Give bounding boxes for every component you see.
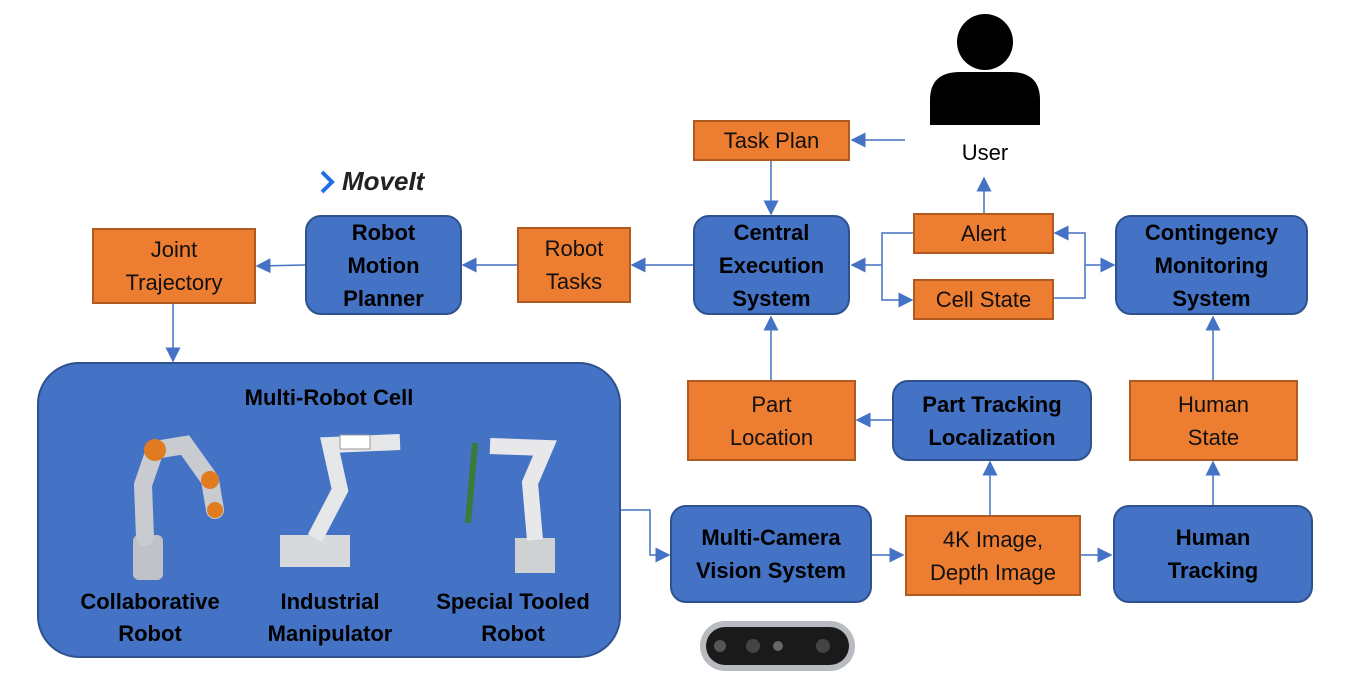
moveit-logo-text: MoveIt bbox=[342, 166, 425, 196]
robot-tasks-node: Robot Tasks bbox=[517, 227, 631, 303]
cell-state-node: Cell State bbox=[913, 279, 1054, 320]
cell-title: Multi-Robot Cell bbox=[244, 385, 414, 410]
robot-motion-planner-node: Robot Motion Planner bbox=[305, 215, 462, 315]
robot-label-special-tooled: Special Tooled Robot bbox=[436, 589, 590, 646]
part-location-node: Part Location bbox=[687, 380, 856, 461]
task-plan-node: Task Plan bbox=[693, 120, 850, 161]
robot-label-industrial: Industrial Manipulator bbox=[267, 589, 393, 646]
contingency-monitoring-node: Contingency Monitoring System bbox=[1115, 215, 1308, 315]
human-tracking-node: Human Tracking bbox=[1113, 505, 1313, 603]
part-tracking-node: Part Tracking Localization bbox=[892, 380, 1092, 461]
alert-node: Alert bbox=[913, 213, 1054, 254]
multi-camera-node: Multi-Camera Vision System bbox=[670, 505, 872, 603]
user-label: User bbox=[961, 140, 1009, 165]
human-state-node: Human State bbox=[1129, 380, 1298, 461]
depth-camera-image bbox=[700, 621, 855, 671]
moveit-logo: MoveIt bbox=[318, 166, 424, 197]
collaborative-robot-image bbox=[133, 435, 224, 580]
person-icon bbox=[930, 14, 1040, 125]
robot-label-collaborative: Collaborative Robot bbox=[80, 589, 220, 646]
joint-trajectory-node: Joint Trajectory bbox=[92, 228, 256, 304]
image-data-node: 4K Image, Depth Image bbox=[905, 515, 1081, 596]
moveit-chevron-icon bbox=[320, 170, 335, 193]
special-tooled-robot-image bbox=[465, 438, 557, 573]
central-execution-node: Central Execution System bbox=[693, 215, 850, 315]
industrial-manipulator-image bbox=[280, 434, 401, 567]
